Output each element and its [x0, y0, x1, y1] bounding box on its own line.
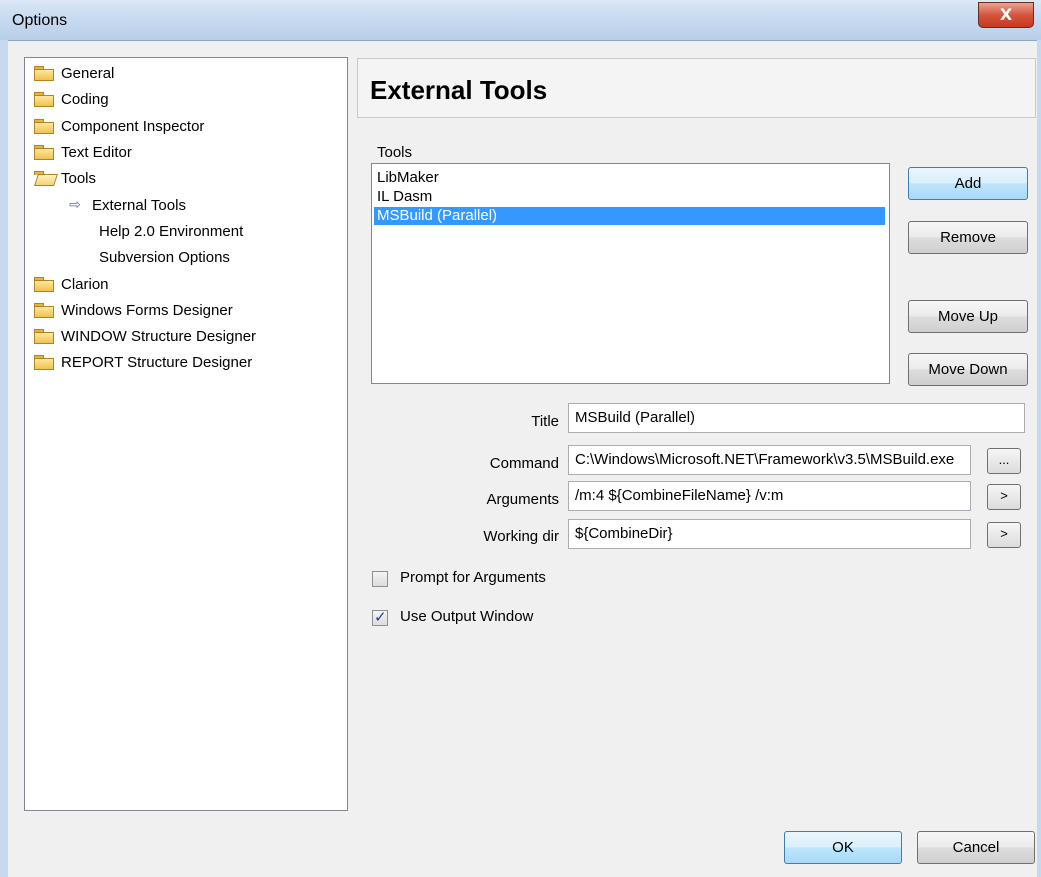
working-dir-label: Working dir [483, 528, 559, 545]
command-field[interactable]: C:\Windows\Microsoft.NET\Framework\v3.5\… [568, 445, 971, 475]
folder-icon [34, 329, 54, 344]
arguments-label: Arguments [486, 491, 559, 508]
command-label: Command [489, 455, 559, 472]
close-icon: X [999, 5, 1013, 24]
tree-item-report-structure-designer[interactable]: REPORT Structure Designer [34, 350, 252, 374]
working-dir-field[interactable]: ${CombineDir} [568, 519, 971, 549]
move-down-button[interactable]: Move Down [908, 353, 1028, 386]
tree-item-label: Component Inspector [61, 117, 205, 135]
use-output-window-label[interactable]: Use Output Window [400, 608, 533, 625]
prompt-arguments-label[interactable]: Prompt for Arguments [400, 569, 546, 586]
options-tree[interactable]: General Coding Component Inspector Text … [24, 57, 348, 811]
tree-item-label: Text Editor [61, 143, 132, 161]
tree-item-general[interactable]: General [34, 61, 114, 85]
tree-item-label: General [61, 64, 115, 82]
move-up-button[interactable]: Move Up [908, 300, 1028, 333]
folder-icon [34, 119, 54, 134]
tree-item-tools[interactable]: Tools [34, 166, 96, 190]
arguments-insert-button[interactable]: > [987, 484, 1021, 510]
tree-item-windows-forms-designer[interactable]: Windows Forms Designer [34, 298, 233, 322]
tree-item-label: Subversion Options [99, 248, 230, 266]
title-bar: Options X [0, 0, 1041, 41]
page-title: External Tools [370, 75, 548, 105]
folder-icon [34, 277, 54, 292]
tree-item-label: Tools [61, 169, 97, 187]
title-field[interactable]: MSBuild (Parallel) [568, 403, 1025, 433]
remove-button[interactable]: Remove [908, 221, 1028, 254]
list-item[interactable]: LibMaker [374, 169, 885, 187]
tree-item-label: Windows Forms Designer [61, 301, 233, 319]
close-button[interactable]: X [978, 2, 1034, 28]
folder-icon [34, 66, 54, 81]
list-item[interactable]: IL Dasm [374, 188, 885, 206]
tree-item-label: Help 2.0 Environment [99, 222, 244, 240]
add-button[interactable]: Add [908, 167, 1028, 200]
tree-item-label: WINDOW Structure Designer [61, 327, 257, 345]
tree-item-label: Coding [61, 90, 109, 108]
tree-item-help-environment[interactable]: Help 2.0 Environment [99, 219, 243, 243]
window-frame-left [0, 40, 8, 877]
tree-item-label: REPORT Structure Designer [61, 353, 253, 371]
checkmark-icon: ✓ [374, 608, 387, 626]
tree-item-label: External Tools [92, 196, 186, 214]
window-title: Options [12, 12, 68, 29]
arrow-right-icon: ⇨ [69, 197, 81, 213]
window-frame-right [1037, 40, 1041, 877]
tree-item-external-tools[interactable]: ⇨ External Tools [65, 193, 186, 217]
tree-item-label: Clarion [61, 275, 109, 293]
tree-item-coding[interactable]: Coding [34, 87, 109, 111]
cancel-button[interactable]: Cancel [917, 831, 1035, 864]
tools-listbox[interactable]: LibMaker IL Dasm MSBuild (Parallel) [371, 163, 890, 384]
tree-item-component-inspector[interactable]: Component Inspector [34, 114, 204, 138]
ok-button[interactable]: OK [784, 831, 902, 864]
page-header: External Tools [357, 58, 1036, 118]
tree-item-subversion-options[interactable]: Subversion Options [99, 245, 230, 269]
tree-item-window-structure-designer[interactable]: WINDOW Structure Designer [34, 324, 256, 348]
tree-item-clarion[interactable]: Clarion [34, 272, 109, 296]
browse-button[interactable]: ... [987, 448, 1021, 474]
tools-label: Tools [377, 144, 413, 161]
tree-item-text-editor[interactable]: Text Editor [34, 140, 132, 164]
use-output-window-checkbox[interactable]: ✓ [372, 608, 388, 626]
folder-icon [34, 92, 54, 107]
prompt-arguments-checkbox[interactable] [372, 571, 388, 587]
folder-icon [34, 355, 54, 370]
working-dir-insert-button[interactable]: > [987, 522, 1021, 548]
folder-icon [34, 145, 54, 160]
list-item-selected[interactable]: MSBuild (Parallel) [374, 207, 885, 225]
title-label: Title [531, 413, 559, 430]
folder-open-icon [34, 171, 58, 186]
dialog-content: General Coding Component Inspector Text … [8, 41, 1037, 877]
arguments-field[interactable]: /m:4 ${CombineFileName} /v:m [568, 481, 971, 511]
folder-icon [34, 303, 54, 318]
